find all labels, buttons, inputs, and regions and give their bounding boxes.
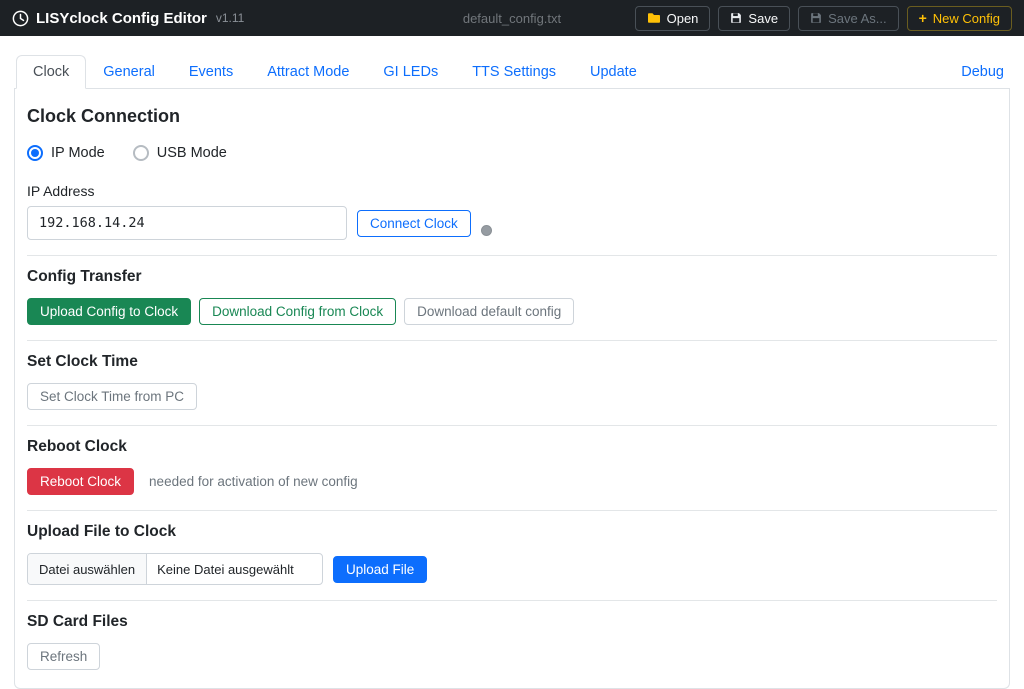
connection-status-indicator (481, 225, 492, 236)
upload-file-heading: Upload File to Clock (27, 523, 997, 541)
radio-checked-icon[interactable] (27, 145, 43, 161)
set-clock-time-buttons: Set Clock Time from PC (27, 383, 997, 410)
tab-gi-leds[interactable]: GI LEDs (366, 55, 455, 89)
app-version: v1.11 (216, 11, 244, 25)
radio-unchecked-icon[interactable] (133, 145, 149, 161)
open-button-label: Open (667, 11, 699, 26)
open-button[interactable]: Open (635, 6, 711, 31)
file-picker[interactable]: Datei auswählen Keine Datei ausgewählt (27, 553, 323, 585)
save-button[interactable]: Save (718, 6, 790, 31)
new-config-button[interactable]: + New Config (907, 6, 1012, 31)
floppy-icon (810, 12, 822, 24)
divider (27, 340, 997, 341)
tab-events[interactable]: Events (172, 55, 250, 89)
ip-mode-label: IP Mode (51, 145, 105, 161)
tab-general[interactable]: General (86, 55, 172, 89)
clock-icon (12, 10, 29, 27)
tab-tts-settings[interactable]: TTS Settings (455, 55, 573, 89)
brand: LISYclock Config Editor v1.11 (12, 10, 244, 27)
sd-card-files-heading: SD Card Files (27, 613, 997, 631)
save-button-label: Save (748, 11, 778, 26)
divider (27, 255, 997, 256)
divider (27, 425, 997, 426)
ip-address-label: IP Address (27, 183, 997, 199)
sd-card-files-buttons: Refresh (27, 643, 997, 670)
download-default-config-button[interactable]: Download default config (404, 298, 574, 325)
plus-icon: + (919, 11, 927, 25)
ip-address-input[interactable] (27, 206, 347, 240)
tab-clock[interactable]: Clock (16, 55, 86, 89)
tab-update[interactable]: Update (573, 55, 654, 89)
reboot-note: needed for activation of new config (149, 474, 358, 489)
refresh-button[interactable]: Refresh (27, 643, 100, 670)
download-config-button[interactable]: Download Config from Clock (199, 298, 396, 325)
top-navbar: LISYclock Config Editor v1.11 default_co… (0, 0, 1024, 36)
ip-mode-radio[interactable]: IP Mode (27, 145, 105, 161)
config-transfer-buttons: Upload Config to Clock Download Config f… (27, 298, 997, 325)
app-title: LISYclock Config Editor (36, 10, 207, 27)
divider (27, 510, 997, 511)
tab-attract-mode[interactable]: Attract Mode (250, 55, 366, 89)
floppy-icon (730, 12, 742, 24)
usb-mode-radio[interactable]: USB Mode (133, 145, 227, 161)
file-chosen-status: Keine Datei ausgewählt (147, 554, 304, 584)
tab-bar: Clock General Events Attract Mode GI LED… (14, 55, 1010, 89)
reboot-clock-button[interactable]: Reboot Clock (27, 468, 134, 495)
save-as-button-label: Save As... (828, 11, 887, 26)
current-filename: default_config.txt (463, 11, 561, 26)
folder-icon (647, 12, 661, 24)
upload-file-row: Datei auswählen Keine Datei ausgewählt U… (27, 553, 997, 585)
reboot-clock-heading: Reboot Clock (27, 438, 997, 456)
upload-config-button[interactable]: Upload Config to Clock (27, 298, 191, 325)
ip-address-row: Connect Clock (27, 206, 997, 240)
choose-file-button[interactable]: Datei auswählen (28, 554, 147, 584)
save-as-button[interactable]: Save As... (798, 6, 899, 31)
reboot-clock-row: Reboot Clock needed for activation of ne… (27, 468, 997, 495)
set-clock-time-heading: Set Clock Time (27, 353, 997, 371)
navbar-actions: Open Save Save As... + New Config (635, 6, 1012, 31)
debug-link[interactable]: Debug (945, 56, 1008, 88)
set-clock-time-button[interactable]: Set Clock Time from PC (27, 383, 197, 410)
divider (27, 600, 997, 601)
clock-connection-heading: Clock Connection (27, 106, 997, 127)
connection-mode-radio-group: IP Mode USB Mode (27, 145, 997, 161)
connect-clock-button[interactable]: Connect Clock (357, 210, 471, 237)
new-config-button-label: New Config (933, 11, 1000, 26)
usb-mode-label: USB Mode (157, 145, 227, 161)
upload-file-button[interactable]: Upload File (333, 556, 427, 583)
clock-tab-panel: Clock Connection IP Mode USB Mode IP Add… (14, 89, 1010, 689)
config-transfer-heading: Config Transfer (27, 268, 997, 286)
